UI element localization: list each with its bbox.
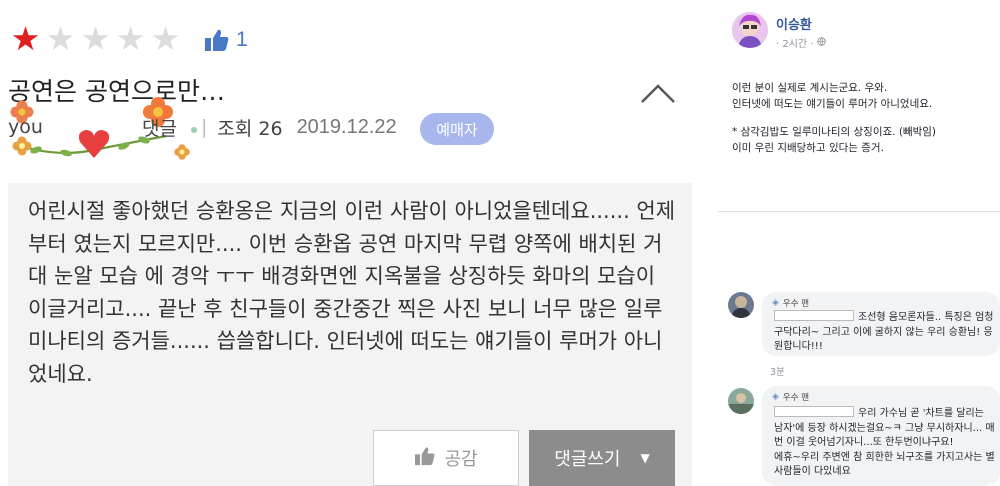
avatar[interactable] [732,12,768,48]
buyer-badge: 예매자 [420,113,494,145]
redacted-name [774,310,854,321]
thumbs-up-icon [204,28,230,52]
comment-text-content: 우리 가수님 곧 '차트를 달리는 남자'에 등장 하시겠는걸요~ㅋ 그냥 무시… [774,408,995,477]
comments-label[interactable]: 댓글 [142,114,177,141]
post-paragraph: 이런 분이 실제로 계시는군요. 우와. 인터넷에 떠도는 얘기들이 루머가 아… [732,82,933,110]
caret-down-icon: ▼ [640,451,650,465]
post-paragraph: * 삼각김밥도 일루미나티의 상징이죠. (빼박임) 이미 우린 지배당하고 있… [732,126,937,154]
view-count: 조회 26 [217,117,283,140]
like-summary[interactable]: 1 [204,28,248,52]
write-comment-label: 댓글쓰기 [554,449,621,470]
comment-bubble: ◈ 우수 팬 우리 가수님 곧 '차트를 달리는 남자'에 등장 하시겠는걸요~… [762,386,1000,486]
fan-badge: ◈ 우수 팬 [772,391,809,403]
like-button[interactable]: 공감 [373,430,519,486]
star-icon: ★ [115,19,146,58]
fan-badge-label: 우수 팬 [782,393,810,403]
star-icon: ★ [80,19,111,58]
diamond-icon: ◈ [772,298,779,308]
divider: | [200,116,208,138]
post-time: · 2시간 · [776,35,827,50]
comment-text: 조선형 음모론자들.. 특징은 엄청 구닥다리~ 그리고 이에 굴하지 않는 우… [774,310,996,355]
post-author[interactable]: 이승환 [776,14,812,33]
star-icon: ★ [150,19,181,58]
comment-bubble: ◈ 우수 팬 조선형 음모론자들.. 특징은 엄청 구닥다리~ 그리고 이에 굴… [762,292,1000,356]
globe-icon [817,36,827,49]
divider [718,211,1000,212]
comment-time: 3분 [770,367,785,378]
fan-badge-label: 우수 팬 [782,299,810,309]
social-post-panel: 이승환 · 2시간 · 이런 분이 실제로 계시는군요. 우와. 인터넷에 떠도… [700,0,1000,486]
diamond-icon: ◈ [772,392,779,402]
review-meta: you 댓글 | 조회 26 2019.12.22 [8,112,397,142]
thumbs-up-icon [414,446,444,471]
like-button-label: 공감 [444,449,478,470]
review-panel: ★ ★ ★ ★ ★ 1 공연은 공연으로만… you 댓글 | 조회 26 20… [0,0,700,486]
fan-badge: ◈ 우수 팬 [772,297,809,309]
post-time-text: · 2시간 · [776,39,814,50]
comment-text: 우리 가수님 곧 '차트를 달리는 남자'에 등장 하시겠는걸요~ㅋ 그냥 무시… [774,406,996,480]
star-rating: ★ ★ ★ ★ ★ [8,22,183,56]
redacted-name [774,406,854,417]
star-icon: ★ [45,19,76,58]
author-name: you [8,116,43,138]
star-icon: ★ [10,19,41,58]
review-body: 어린시절 좋아했던 승환옹은 지금의 이런 사람이 아니었을텐데요...... … [28,199,676,386]
commenter-avatar[interactable] [728,388,754,414]
write-comment-button[interactable]: 댓글쓰기 ▼ [529,430,675,486]
review-date: 2019.12.22 [296,115,397,138]
commenter-avatar[interactable] [728,292,754,318]
chevron-up-icon[interactable] [640,82,676,108]
like-count: 1 [236,28,248,51]
post-body: 이런 분이 실제로 계시는군요. 우와. 인터넷에 떠도는 얘기들이 루머가 아… [732,80,994,156]
